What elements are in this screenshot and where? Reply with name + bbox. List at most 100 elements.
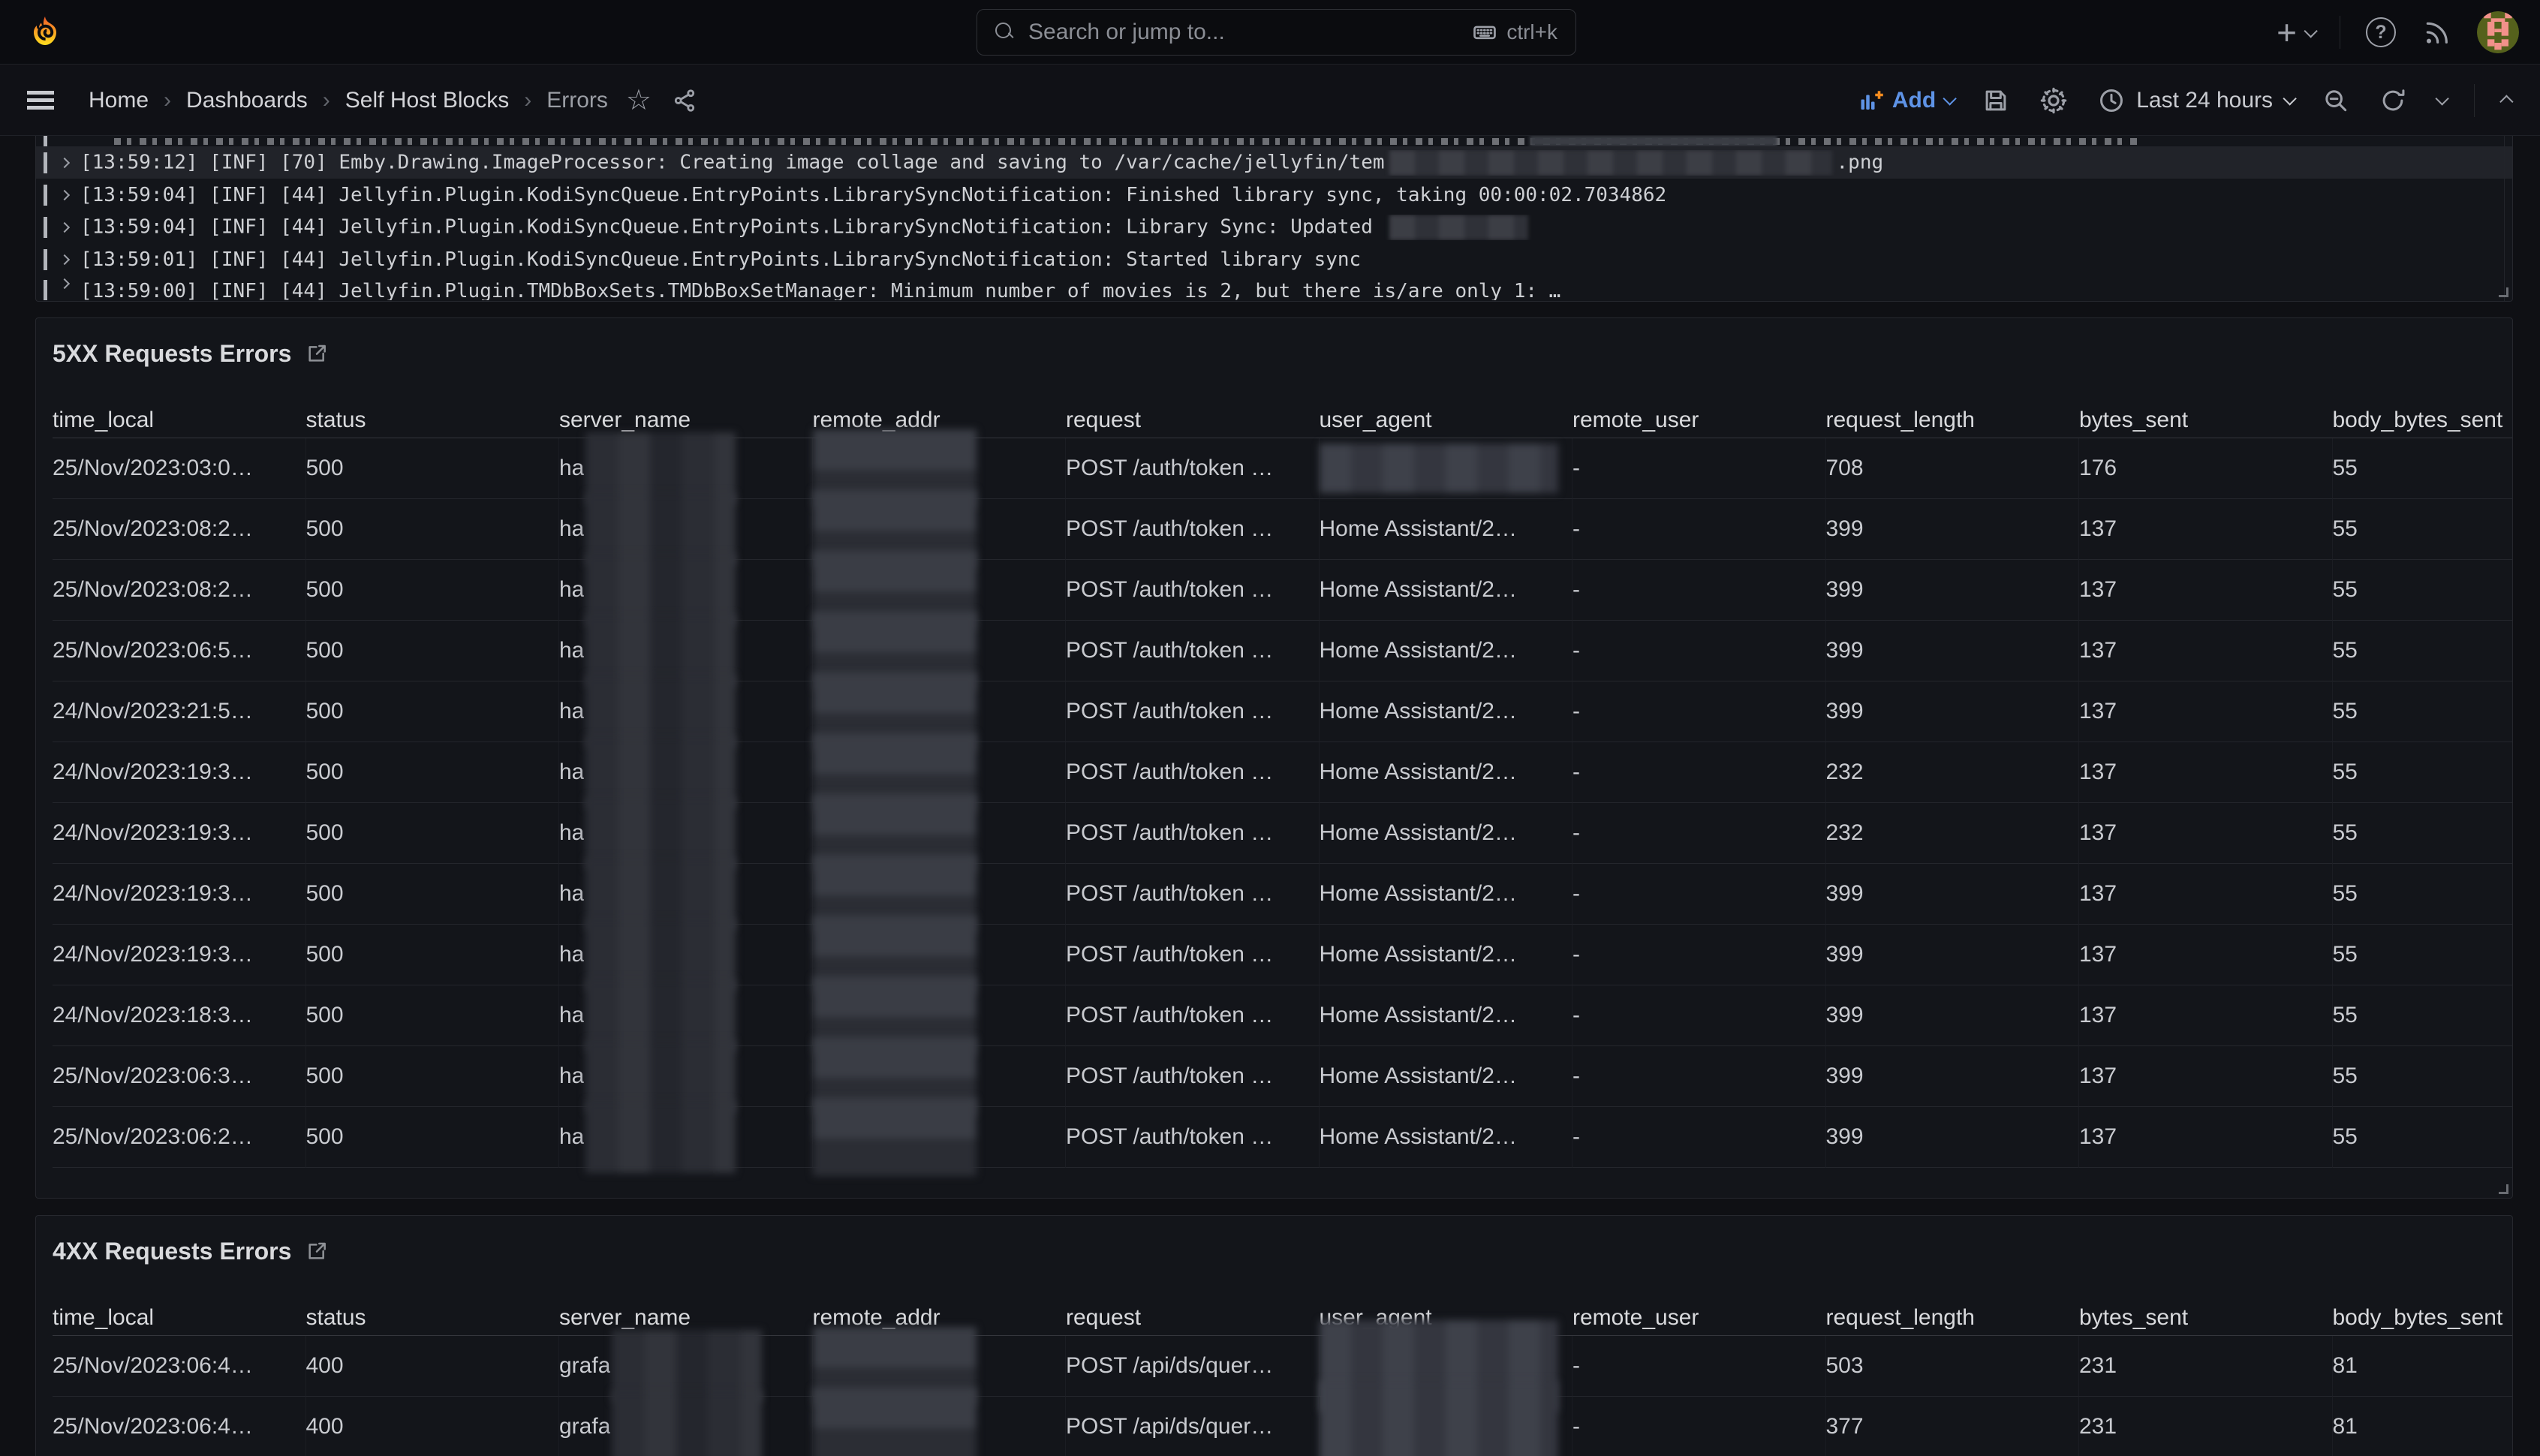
bytes_sent-text: 137 xyxy=(2079,699,2117,724)
column-header-time_local[interactable]: time_local xyxy=(53,402,306,438)
column-header-body_bytes_sent[interactable]: body_bytes_sent xyxy=(2333,402,2514,438)
column-header-user_agent[interactable]: user_agent xyxy=(1320,402,1573,438)
status-text: 400 xyxy=(306,1353,344,1379)
cell-body_bytes_sent: 55 xyxy=(2333,438,2514,499)
refresh-icon[interactable] xyxy=(2379,86,2407,115)
column-header-time_local[interactable]: time_local xyxy=(53,1300,306,1336)
bytes_sent-text: 231 xyxy=(2079,1414,2117,1439)
log-expand-chevron-icon[interactable] xyxy=(59,189,70,200)
news-rss-icon[interactable] xyxy=(2421,17,2451,47)
column-header-request[interactable]: request xyxy=(1066,1300,1320,1336)
body_bytes_sent-text: 55 xyxy=(2333,516,2358,542)
cell-server_name: ha xyxy=(559,1107,813,1168)
time_local-text: 25/Nov/2023:08:2… xyxy=(53,516,253,542)
cell-remote_user: - xyxy=(1572,742,1826,803)
panel-resize-grip[interactable] xyxy=(2499,1184,2508,1194)
status-text: 500 xyxy=(306,1124,344,1150)
cell-time_local: 24/Nov/2023:19:3… xyxy=(53,864,306,925)
log-row[interactable]: [13:59:04] [INF] [44] Jellyfin.Plugin.Ko… xyxy=(36,179,2512,211)
table-row: 25/Nov/2023:06:2…500haPOST /auth/token …… xyxy=(53,1107,2513,1168)
cell-bytes_sent: 176 xyxy=(2079,438,2333,499)
dashboard-settings-gear-icon[interactable] xyxy=(2039,86,2069,116)
search-input[interactable]: Search or jump to... ctrl+k xyxy=(977,9,1576,56)
share-icon[interactable] xyxy=(671,87,698,114)
cell-server_name: ha xyxy=(559,803,813,864)
column-header-status[interactable]: status xyxy=(306,1300,560,1336)
request_length-text: 399 xyxy=(1826,638,1864,663)
zoom-out-time-icon[interactable] xyxy=(2322,86,2350,115)
grafana-logo[interactable] xyxy=(27,14,63,50)
breadcrumb-dashboards[interactable]: Dashboards xyxy=(186,88,308,113)
cell-server_name: ha xyxy=(559,438,813,499)
collapse-toolbar-chevron[interactable] xyxy=(2499,95,2513,108)
cell-bytes_sent: 231 xyxy=(2079,1336,2333,1397)
favorite-star-icon[interactable]: ☆ xyxy=(626,86,652,115)
cell-bytes_sent: 137 xyxy=(2079,985,2333,1046)
log-expand-chevron-icon[interactable] xyxy=(59,254,70,264)
cell-request: POST /auth/token … xyxy=(1066,621,1320,681)
refresh-interval-chevron[interactable] xyxy=(2435,92,2448,105)
column-header-remote_user[interactable]: remote_user xyxy=(1572,1300,1826,1336)
add-panel-button[interactable]: Add xyxy=(1858,87,1953,114)
cell-remote_user: - xyxy=(1572,681,1826,742)
log-expand-chevron-icon[interactable] xyxy=(59,221,70,232)
search-icon xyxy=(995,23,1015,42)
column-header-request_length[interactable]: request_length xyxy=(1826,402,2080,438)
user-agent-text: Home Assistant/2… xyxy=(1320,942,1517,967)
redacted-block xyxy=(1389,215,1528,240)
column-header-status[interactable]: status xyxy=(306,402,560,438)
cell-time_local: 25/Nov/2023:06:4… xyxy=(53,1336,306,1397)
user-agent-text: Home Assistant/2… xyxy=(1320,699,1517,724)
log-panel-scrollbar[interactable] xyxy=(2504,136,2505,301)
external-link-icon[interactable] xyxy=(305,1239,329,1263)
redacted-block xyxy=(1389,150,1832,176)
remote_user-text: - xyxy=(1572,820,1580,846)
column-header-request[interactable]: request xyxy=(1066,402,1320,438)
panel-title[interactable]: 5XX Requests Errors xyxy=(53,340,291,368)
cell-remote_user: - xyxy=(1572,560,1826,621)
server-name-prefix: ha xyxy=(559,456,584,481)
body_bytes_sent-text: 55 xyxy=(2333,1003,2358,1028)
breadcrumb-home[interactable]: Home xyxy=(89,88,149,113)
panel-title[interactable]: 4XX Requests Errors xyxy=(53,1238,291,1265)
column-header-remote_user[interactable]: remote_user xyxy=(1572,402,1826,438)
external-link-icon[interactable] xyxy=(305,341,329,366)
log-expand-chevron-icon[interactable] xyxy=(59,157,70,167)
server-name-prefix: ha xyxy=(559,577,584,603)
log-row[interactable]: [13:59:01] [INF] [44] Jellyfin.Plugin.Ko… xyxy=(36,243,2512,275)
column-header-body_bytes_sent[interactable]: body_bytes_sent xyxy=(2333,1300,2514,1336)
breadcrumb-self-host-blocks[interactable]: Self Host Blocks xyxy=(345,88,509,113)
redacted-block xyxy=(585,1101,736,1173)
panel-resize-grip[interactable] xyxy=(2499,287,2508,297)
bytes_sent-text: 231 xyxy=(2079,1353,2117,1379)
user-agent-text: Home Assistant/2… xyxy=(1320,881,1517,907)
column-header-bytes_sent[interactable]: bytes_sent xyxy=(2079,402,2333,438)
remote_user-text: - xyxy=(1572,1353,1580,1379)
column-header-request_length[interactable]: request_length xyxy=(1826,1300,2080,1336)
status-text: 500 xyxy=(306,942,344,967)
save-dashboard-icon[interactable] xyxy=(1982,86,2010,115)
cell-remote_user: - xyxy=(1572,1336,1826,1397)
request_length-text: 399 xyxy=(1826,577,1864,603)
new-menu-button[interactable]: + xyxy=(2277,15,2314,50)
cell-remote_addr xyxy=(813,1397,1067,1456)
column-header-bytes_sent[interactable]: bytes_sent xyxy=(2079,1300,2333,1336)
cell-request: POST /api/ds/quer… xyxy=(1066,1336,1320,1397)
menu-toggle-icon[interactable] xyxy=(27,91,54,110)
request-text: POST /api/ds/quer… xyxy=(1066,1414,1273,1439)
log-row[interactable]: [13:59:12] [INF] [70] Emby.Drawing.Image… xyxy=(36,146,2512,179)
request-text: POST /api/ds/quer… xyxy=(1066,1353,1273,1379)
user-agent-text: Home Assistant/2… xyxy=(1320,1003,1517,1028)
cell-status: 500 xyxy=(306,438,560,499)
request_length-text: 399 xyxy=(1826,516,1864,542)
cell-body_bytes_sent: 81 xyxy=(2333,1336,2514,1397)
cell-status: 500 xyxy=(306,803,560,864)
time-range-picker[interactable]: Last 24 hours xyxy=(2097,86,2293,115)
log-row[interactable]: [13:59:00] [INF] [44] Jellyfin.Plugin.TM… xyxy=(36,275,2512,300)
table-4xx: time_localstatusserver_nameremote_addrre… xyxy=(53,1300,2513,1456)
help-icon[interactable]: ? xyxy=(2366,17,2396,47)
user-avatar[interactable] xyxy=(2477,11,2519,53)
log-row[interactable]: [13:59:04] [INF] [44] Jellyfin.Plugin.Ko… xyxy=(36,211,2512,243)
cell-server_name: ha xyxy=(559,742,813,803)
log-expand-chevron-icon[interactable] xyxy=(59,278,70,289)
